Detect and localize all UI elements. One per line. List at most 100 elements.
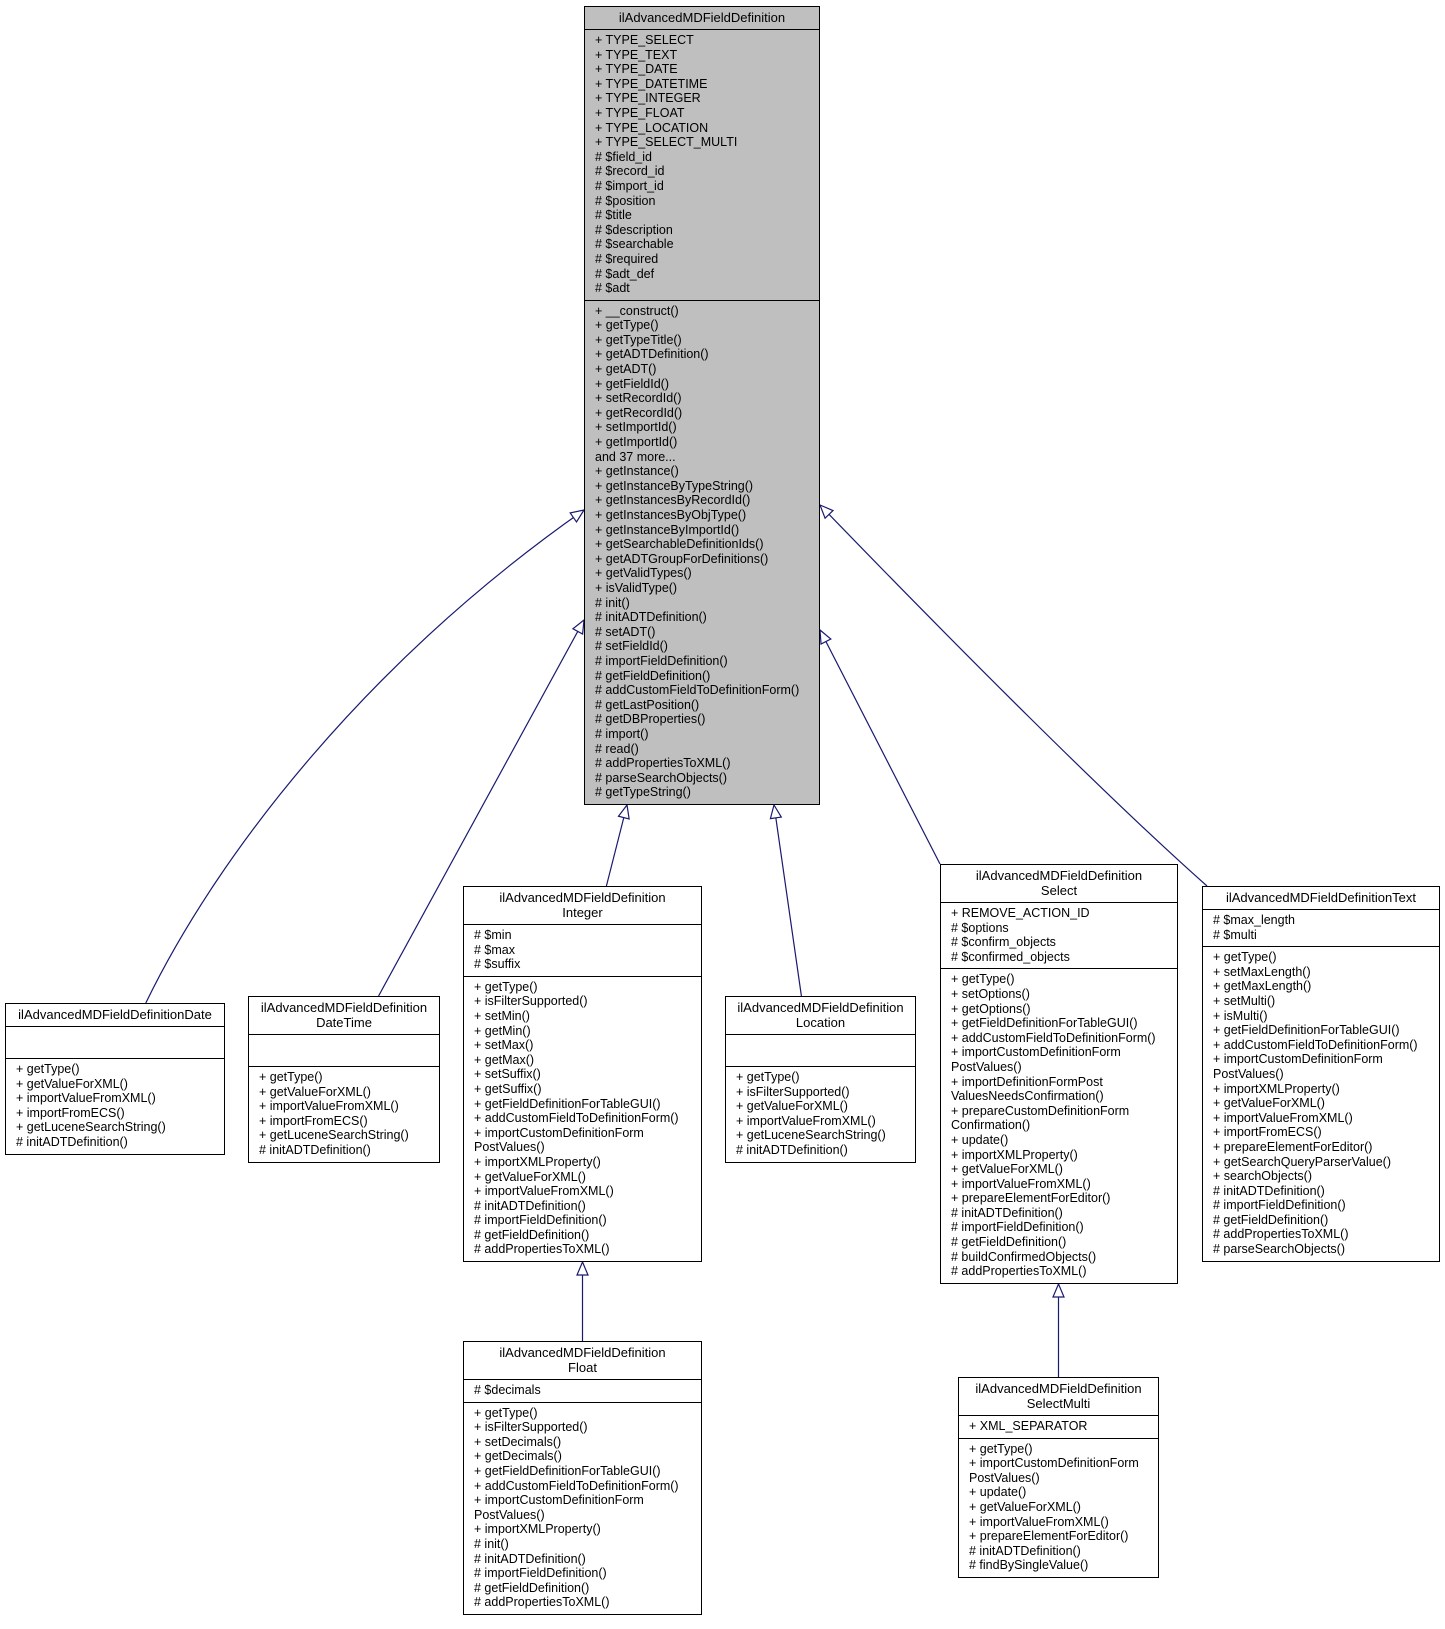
class-method: + setDecimals() [474, 1434, 562, 1449]
class-name-line: ilAdvancedMDFieldDefinition [975, 868, 1143, 883]
class-attribute: + TYPE_DATE [595, 62, 678, 77]
class-attribute: # $title [595, 208, 632, 223]
class-method: # importFieldDefinition() [1213, 1198, 1346, 1213]
class-method: # initADTDefinition() [951, 1205, 1063, 1220]
class-name-line: ilAdvancedMDFieldDefinition [618, 10, 786, 25]
class-method: # addPropertiesToXML() [1213, 1227, 1349, 1242]
class-method: + getRecordId() [595, 405, 683, 420]
class-title: ilAdvancedMDFieldDefinition Location [726, 997, 915, 1035]
class-method: + getLuceneSearchString() [736, 1128, 886, 1143]
class-method: + getFieldDefinitionForTableGUI() [1213, 1023, 1400, 1038]
class-method: + getType() [951, 972, 1015, 987]
class-method: + getImportId() [595, 435, 678, 450]
class-method: + isFilterSupported() [736, 1084, 850, 1099]
class-method: + isFilterSupported() [474, 1420, 588, 1435]
class-method: + importFromECS() [16, 1105, 125, 1120]
class-attributes: + REMOVE_ACTION_ID # $options # $confirm_o… [941, 903, 1177, 970]
class-method: + getValueForXML() [474, 1169, 586, 1184]
class-method: + setOptions() [951, 986, 1030, 1001]
class-attribute: + TYPE_DATETIME [595, 76, 708, 91]
class-method: + importValueFromXML() [736, 1113, 876, 1128]
class-attribute: + XML_SEPARATOR [969, 1419, 1088, 1433]
class-box-ilAdvancedMDFieldDefinition[interactable]: ilAdvancedMDFieldDefinition + TYPE_SELEC… [584, 6, 820, 805]
class-method: + setImportId() [595, 420, 677, 435]
inheritance-arrowhead-icon [617, 803, 630, 820]
class-attributes [249, 1035, 439, 1067]
class-method: + addCustomFieldToDefinitionForm() [474, 1111, 679, 1126]
class-method: # init() [595, 595, 630, 610]
class-method: # read() [595, 741, 639, 756]
class-method: + getType() [736, 1070, 800, 1084]
class-box-ilAdvancedMDFieldDefinitionLocation[interactable]: ilAdvancedMDFieldDefinition Location + ge… [725, 996, 916, 1163]
class-method: # addPropertiesToXML() [474, 1595, 610, 1610]
class-attribute: + importCustomDefinitionForm [474, 1493, 644, 1508]
class-method: + __construct() [595, 303, 679, 318]
class-methods: + getType() + isFilterSupported() + setDec… [464, 1403, 701, 1614]
class-method: + getValueForXML() [16, 1076, 128, 1091]
class-attribute: # $confirm_objects [951, 935, 1056, 950]
class-method: # getTypeString() [595, 785, 691, 800]
class-method: # importFieldDefinition() [595, 653, 728, 668]
class-attribute: + TYPE_LOCATION [595, 120, 709, 135]
class-method: + prepareElementForEditor() [1213, 1139, 1373, 1154]
class-box-ilAdvancedMDFieldDefinitionText[interactable]: ilAdvancedMDFieldDefinitionText # $max_l… [1202, 886, 1440, 1262]
class-attribute: # $record_id [595, 164, 665, 179]
class-method: # initADTDefinition() [969, 1543, 1081, 1558]
class-name-line: ilAdvancedMDFieldDefinition [975, 1381, 1142, 1396]
class-method: + getType() [474, 979, 538, 994]
class-attribute: + importCustomDefinitionForm [951, 1045, 1121, 1060]
class-member-line[interactable]: and 37 more... [595, 450, 809, 465]
class-method: # getFieldDefinition() [474, 1227, 590, 1242]
class-method: + getValueForXML() [259, 1084, 371, 1099]
class-attribute: + prepareCustomDefinitionForm [951, 1103, 1130, 1118]
class-method: + getSuffix() [474, 1081, 542, 1096]
class-attribute: # $searchable [595, 237, 674, 252]
class-method: + getType() [474, 1405, 538, 1420]
class-method: + getInstanceByImportId() [595, 522, 740, 537]
class-method: # importFieldDefinition() [474, 1566, 607, 1581]
class-box-ilAdvancedMDFieldDefinitionDateTime[interactable]: ilAdvancedMDFieldDefinition DateTime + ge… [248, 996, 440, 1163]
inheritance-arrowhead-icon [769, 803, 783, 820]
class-box-ilAdvancedMDFieldDefinitionFloat[interactable]: ilAdvancedMDFieldDefinition Float # $deci… [463, 1341, 702, 1615]
class-method: + getFieldDefinitionForTableGUI() [951, 1016, 1138, 1031]
class-method: # addPropertiesToXML() [951, 1264, 1087, 1279]
class-name-line: Integer [562, 905, 603, 920]
class-name-line: Float [568, 1360, 597, 1375]
class-attribute: # $import_id [595, 178, 664, 193]
class-attribute: # $decimals [474, 1383, 541, 1397]
class-attribute: + REMOVE_ACTION_ID [951, 906, 1090, 920]
class-method: # initADTDefinition() [16, 1134, 128, 1149]
class-method: + importValueFromXML() [474, 1184, 614, 1199]
class-attribute: + importCustomDefinitionForm [474, 1125, 644, 1140]
class-method: + importFromECS() [1213, 1125, 1322, 1140]
class-name-line: ilAdvancedMDFieldDefinitionText [1225, 890, 1417, 905]
class-methods: + __construct() + getType() + getTypeTitle… [585, 301, 819, 804]
class-box-ilAdvancedMDFieldDefinitionInteger[interactable]: ilAdvancedMDFieldDefinition Integer # $mi… [463, 886, 702, 1263]
class-box-ilAdvancedMDFieldDefinitionSelect[interactable]: ilAdvancedMDFieldDefinition Select + REMO… [940, 864, 1178, 1284]
class-title: ilAdvancedMDFieldDefinition Integer [464, 887, 701, 925]
class-method: # initADTDefinition() [736, 1142, 848, 1157]
class-method: # initADTDefinition() [1213, 1183, 1325, 1198]
class-method: + getFieldDefinitionForTableGUI() [474, 1096, 661, 1111]
class-attributes: # $min # $max # $suffix [464, 925, 701, 977]
class-methods: + getType() + importCustomDefinitionForm P… [959, 1439, 1158, 1577]
class-method: # parseSearchObjects() [1213, 1242, 1346, 1257]
class-method: + importXMLProperty() [474, 1154, 601, 1169]
inheritance-arrowhead-icon [571, 618, 585, 636]
class-attributes [726, 1035, 915, 1067]
class-name-line: ilAdvancedMDFieldDefinitionDate [18, 1007, 212, 1022]
class-method: # getFieldDefinition() [595, 668, 711, 683]
class-method: # buildConfirmedObjects() [951, 1249, 1097, 1264]
class-box-ilAdvancedMDFieldDefinitionDate[interactable]: ilAdvancedMDFieldDefinitionDate + getTyp… [5, 1003, 225, 1155]
class-method: # getFieldDefinition() [1213, 1212, 1329, 1227]
class-box-ilAdvancedMDFieldDefinitionSelectMulti[interactable]: ilAdvancedMDFieldDefinition SelectMulti +… [958, 1377, 1159, 1578]
class-attribute: + TYPE_FLOAT [595, 105, 685, 120]
class-method: + getInstanceByTypeString() [595, 478, 754, 493]
class-attributes: # $max_length # $multi [1203, 910, 1439, 948]
class-attribute: + TYPE_SELECT [595, 33, 694, 47]
class-attribute: # $multi [1213, 927, 1257, 942]
class-method: + searchObjects() [1213, 1169, 1312, 1184]
class-method: + getLuceneSearchString() [16, 1120, 166, 1135]
class-method: + getMin() [474, 1023, 531, 1038]
class-title: ilAdvancedMDFieldDefinition SelectMulti [959, 1378, 1158, 1416]
